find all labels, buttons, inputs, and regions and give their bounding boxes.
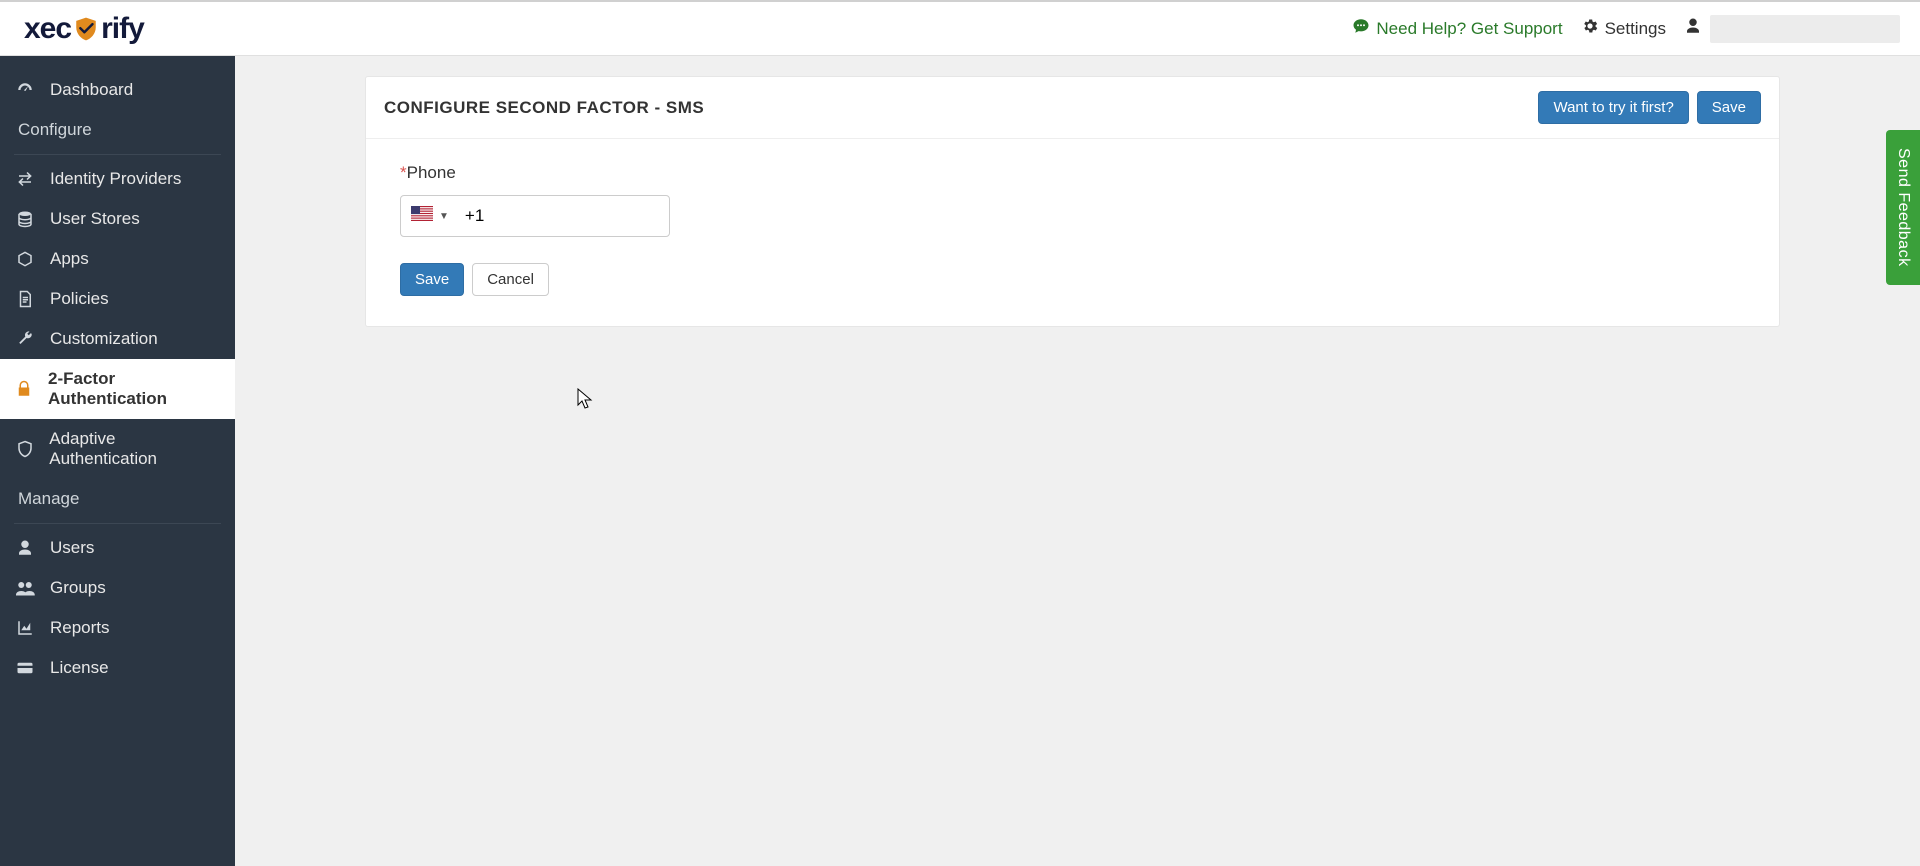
sidebar-label: Reports xyxy=(50,618,110,638)
sidebar-item-adaptive-auth[interactable]: Adaptive Authentication xyxy=(0,419,235,479)
shield-icon xyxy=(73,16,99,42)
topbar-right: Need Help? Get Support Settings xyxy=(1352,15,1900,43)
exchange-icon xyxy=(14,170,36,188)
country-selector[interactable]: ▼ xyxy=(411,206,459,226)
brand-text-1: xec xyxy=(24,12,71,46)
dashboard-icon xyxy=(14,81,36,99)
user-menu[interactable] xyxy=(1684,15,1900,43)
sidebar-item-policies[interactable]: Policies xyxy=(0,279,235,319)
try-first-button[interactable]: Want to try it first? xyxy=(1538,91,1688,124)
brand-logo[interactable]: xec rify xyxy=(24,12,144,46)
phone-input[interactable] xyxy=(459,206,686,226)
gear-icon xyxy=(1581,17,1599,40)
panel-header: CONFIGURE SECOND FACTOR - SMS Want to tr… xyxy=(366,77,1779,139)
sidebar-section-configure: Configure xyxy=(0,110,235,150)
sidebar: Dashboard Configure Identity Providers U… xyxy=(0,56,235,866)
caret-down-icon: ▼ xyxy=(439,211,449,222)
panel-body: *Phone ▼ Save Cancel xyxy=(366,139,1779,326)
sidebar-divider xyxy=(14,523,221,524)
chart-icon xyxy=(14,619,36,637)
sidebar-label: Dashboard xyxy=(50,80,133,100)
sidebar-label: 2-Factor Authentication xyxy=(48,369,221,409)
sidebar-label: Adaptive Authentication xyxy=(49,429,221,469)
sidebar-item-apps[interactable]: Apps xyxy=(0,239,235,279)
document-icon xyxy=(14,290,36,308)
sidebar-item-2fa[interactable]: 2-Factor Authentication xyxy=(0,359,235,419)
sidebar-item-identity-providers[interactable]: Identity Providers xyxy=(0,159,235,199)
cube-icon xyxy=(14,250,36,268)
form-actions: Save Cancel xyxy=(400,263,1745,296)
sidebar-item-groups[interactable]: Groups xyxy=(0,568,235,608)
sidebar-label: User Stores xyxy=(50,209,140,229)
sidebar-label: License xyxy=(50,658,109,678)
sidebar-label: Policies xyxy=(50,289,109,309)
group-icon xyxy=(14,579,36,597)
settings-link[interactable]: Settings xyxy=(1581,17,1666,40)
phone-input-wrapper: ▼ xyxy=(400,195,670,237)
panel-title: CONFIGURE SECOND FACTOR - SMS xyxy=(384,98,704,118)
sidebar-label: Apps xyxy=(50,249,89,269)
support-label: Need Help? Get Support xyxy=(1376,19,1562,39)
settings-label: Settings xyxy=(1605,19,1666,39)
database-icon xyxy=(14,210,36,228)
sidebar-item-user-stores[interactable]: User Stores xyxy=(0,199,235,239)
us-flag-icon xyxy=(411,206,433,226)
sidebar-item-reports[interactable]: Reports xyxy=(0,608,235,648)
support-link[interactable]: Need Help? Get Support xyxy=(1352,17,1562,40)
user-icon xyxy=(1684,17,1702,40)
sidebar-section-manage: Manage xyxy=(0,479,235,519)
sidebar-item-license[interactable]: License xyxy=(0,648,235,688)
sidebar-label: Identity Providers xyxy=(50,169,181,189)
sidebar-item-dashboard[interactable]: Dashboard xyxy=(0,70,235,110)
required-mark: * xyxy=(400,163,407,182)
sidebar-label: Customization xyxy=(50,329,158,349)
wrench-icon xyxy=(14,330,36,348)
send-feedback-tab[interactable]: Send Feedback xyxy=(1886,130,1920,285)
user-name-placeholder xyxy=(1710,15,1900,43)
config-panel: CONFIGURE SECOND FACTOR - SMS Want to tr… xyxy=(365,76,1780,327)
sidebar-label: Users xyxy=(50,538,94,558)
chat-icon xyxy=(1352,17,1370,40)
sidebar-divider xyxy=(14,154,221,155)
phone-label: *Phone xyxy=(400,163,1745,183)
page-content: CONFIGURE SECOND FACTOR - SMS Want to tr… xyxy=(235,56,1920,866)
lock-icon xyxy=(14,380,34,398)
topbar: xec rify Need Help? Get Support Settings xyxy=(0,0,1920,56)
shieldoutline-icon xyxy=(14,440,35,458)
save-button[interactable]: Save xyxy=(400,263,464,296)
sidebar-item-customization[interactable]: Customization xyxy=(0,319,235,359)
save-top-button[interactable]: Save xyxy=(1697,91,1761,124)
panel-actions: Want to try it first? Save xyxy=(1538,91,1761,124)
brand-text-2: rify xyxy=(101,12,144,46)
sidebar-item-users[interactable]: Users xyxy=(0,528,235,568)
cancel-button[interactable]: Cancel xyxy=(472,263,549,296)
phone-label-text: Phone xyxy=(407,163,456,182)
sidebar-label: Groups xyxy=(50,578,106,598)
person-icon xyxy=(14,539,36,557)
card-icon xyxy=(14,659,36,677)
